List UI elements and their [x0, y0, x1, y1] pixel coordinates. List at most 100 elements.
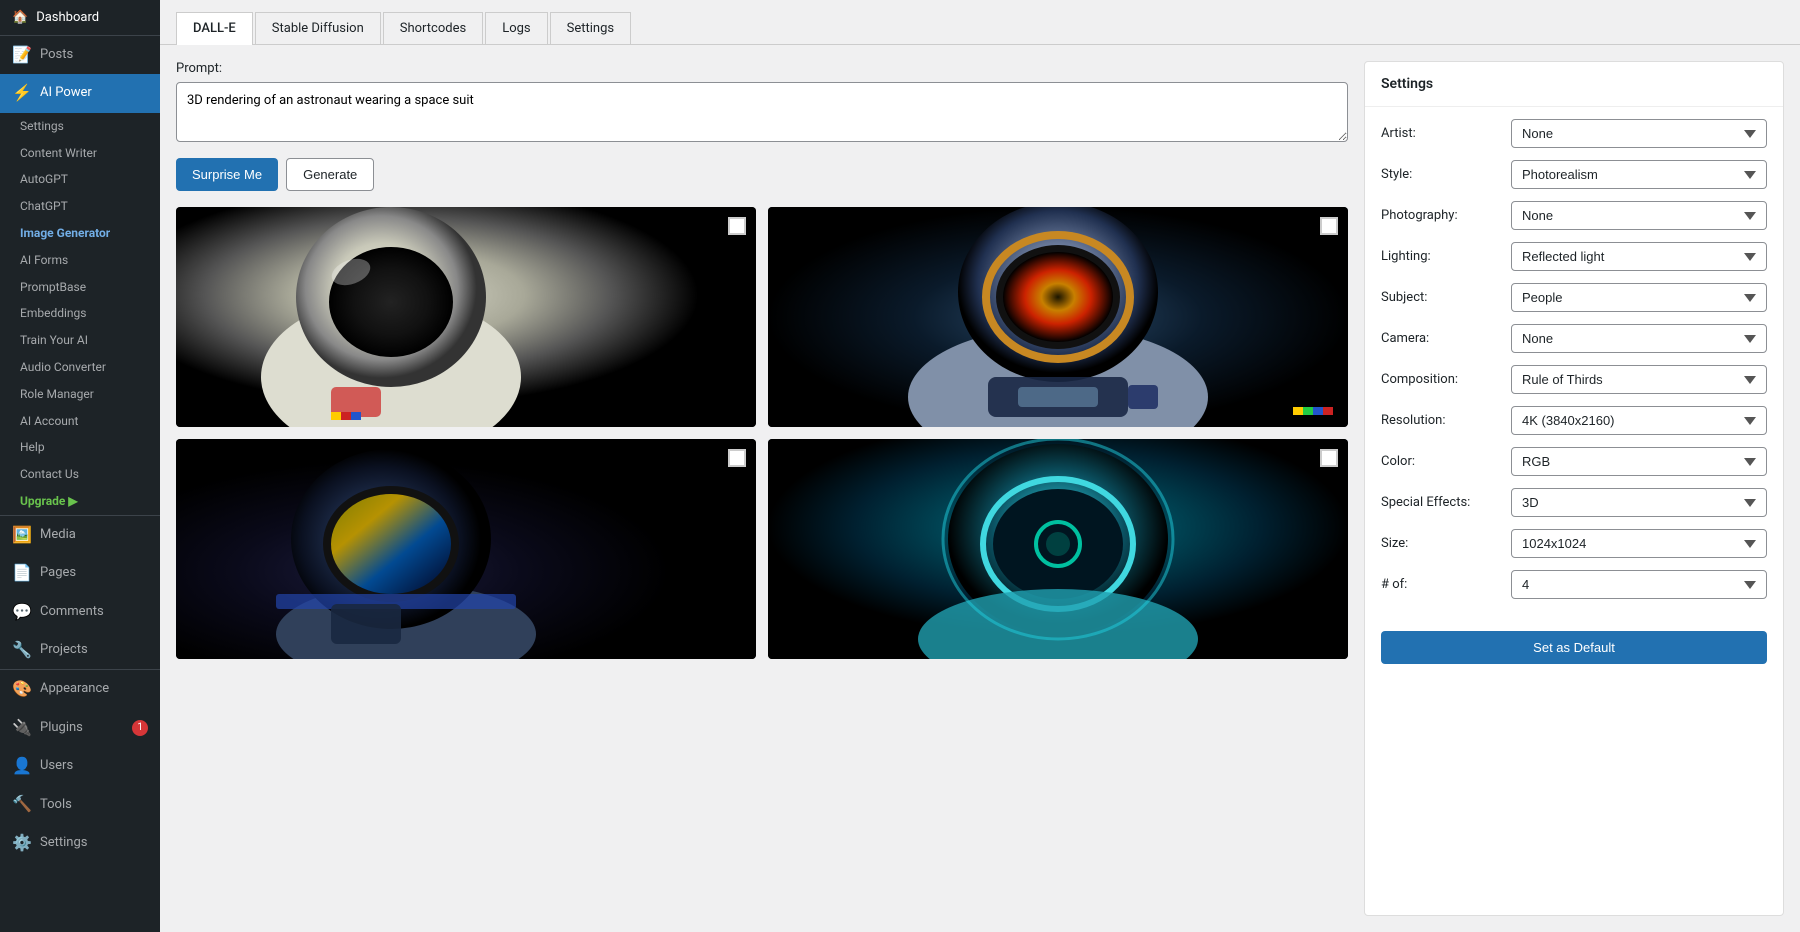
users-icon: 👤 [12, 755, 32, 777]
tab-bar: DALL-E Stable Diffusion Shortcodes Logs … [160, 0, 1800, 45]
settings-label-resolution: Resolution: [1381, 413, 1511, 428]
media-icon: 🖼️ [12, 524, 32, 546]
sidebar-item-chatgpt[interactable]: ChatGPT [8, 193, 160, 220]
settings-panel: Settings Artist: None Picasso Van Gogh S… [1364, 61, 1784, 916]
settings-select-composition[interactable]: None Rule of Thirds Symmetry [1511, 365, 1767, 394]
sidebar-item-posts[interactable]: 📝 Posts [0, 36, 160, 74]
sidebar-item-media[interactable]: 🖼️ Media [0, 516, 160, 554]
image-cell-4 [768, 439, 1348, 659]
image-cell-3 [176, 439, 756, 659]
sidebar-item-contact-us[interactable]: Contact Us [8, 461, 160, 488]
sidebar-item-train-ai[interactable]: Train Your AI [8, 327, 160, 354]
sidebar-item-promptbase[interactable]: PromptBase [8, 274, 160, 301]
sidebar-label-users: Users [40, 757, 73, 775]
appearance-icon: 🎨 [12, 678, 32, 700]
sidebar-item-ai-account[interactable]: AI Account [8, 408, 160, 435]
sidebar-header[interactable]: 🏠 Dashboard [0, 0, 160, 36]
sidebar-item-comments[interactable]: 💬 Comments [0, 593, 160, 631]
sidebar-item-help[interactable]: Help [8, 434, 160, 461]
sidebar-label-contact-us: Contact Us [20, 466, 79, 483]
ai-power-icon: ⚡ [12, 82, 32, 104]
sidebar-item-image-generator[interactable]: Image Generator [8, 220, 160, 247]
set-default-button[interactable]: Set as Default [1381, 631, 1767, 664]
tab-dalle[interactable]: DALL-E [176, 12, 253, 45]
sidebar-item-ai-power[interactable]: ⚡ AI Power [0, 74, 160, 112]
action-buttons: Surprise Me Generate [176, 158, 1348, 191]
sidebar-item-users[interactable]: 👤 Users [0, 747, 160, 785]
settings-select-artist[interactable]: None Picasso Van Gogh [1511, 119, 1767, 148]
settings-row-subject: Subject: None People Animals Objects [1381, 283, 1767, 312]
sidebar-item-audio-converter[interactable]: Audio Converter [8, 354, 160, 381]
sidebar-item-autogpt[interactable]: AutoGPT [8, 166, 160, 193]
image-select-4[interactable] [1320, 449, 1338, 467]
sidebar-item-pages[interactable]: 📄 Pages [0, 554, 160, 592]
sidebar-item-embeddings[interactable]: Embeddings [8, 300, 160, 327]
astronaut-image-3 [176, 439, 756, 659]
sidebar-label-settings: Settings [40, 834, 87, 852]
surprise-me-button[interactable]: Surprise Me [176, 158, 278, 191]
image-cell-1 [176, 207, 756, 427]
settings-row-size: Size: 256x256 512x512 1024x1024 [1381, 529, 1767, 558]
sidebar-label-appearance: Appearance [40, 680, 109, 698]
sidebar-item-role-manager[interactable]: Role Manager [8, 381, 160, 408]
settings-select-lighting[interactable]: None Reflected light Natural light Studi… [1511, 242, 1767, 271]
sidebar-item-settings-sub[interactable]: Settings [8, 113, 160, 140]
sidebar-label-posts: Posts [40, 46, 73, 64]
main-content: DALL-E Stable Diffusion Shortcodes Logs … [160, 0, 1800, 932]
tab-shortcodes[interactable]: Shortcodes [383, 12, 483, 44]
astronaut-image-2 [768, 207, 1348, 427]
sidebar-label-role-manager: Role Manager [20, 386, 94, 403]
plugins-badge: 1 [132, 720, 148, 736]
settings-label-composition: Composition: [1381, 372, 1511, 387]
dashboard-icon: 🏠 [12, 10, 28, 25]
sidebar-label-ai-forms: AI Forms [20, 252, 68, 269]
image-cell-2 [768, 207, 1348, 427]
sidebar-label-comments: Comments [40, 603, 104, 621]
tab-settings[interactable]: Settings [550, 12, 631, 44]
generate-button[interactable]: Generate [286, 158, 374, 191]
prompt-textarea[interactable]: 3D rendering of an astronaut wearing a s… [176, 82, 1348, 142]
astronaut-image-4 [768, 439, 1348, 659]
sidebar-label-promptbase: PromptBase [20, 279, 86, 296]
settings-select-camera[interactable]: None Wide angle Telephoto [1511, 324, 1767, 353]
sidebar-item-content-writer[interactable]: Content Writer [8, 140, 160, 167]
image-select-2[interactable] [1320, 217, 1338, 235]
sidebar-item-upgrade[interactable]: Upgrade ▶ [8, 488, 160, 515]
settings-row-resolution: Resolution: 1080p 4K (3840x2160) 8K [1381, 406, 1767, 435]
settings-select-size[interactable]: 256x256 512x512 1024x1024 [1511, 529, 1767, 558]
settings-select-resolution[interactable]: 1080p 4K (3840x2160) 8K [1511, 406, 1767, 435]
settings-body: Artist: None Picasso Van Gogh Style: Pho… [1365, 107, 1783, 623]
tab-logs[interactable]: Logs [485, 12, 547, 44]
sidebar-item-ai-forms[interactable]: AI Forms [8, 247, 160, 274]
settings-select-photography[interactable]: None Portrait Landscape [1511, 201, 1767, 230]
sidebar-label-tools: Tools [40, 796, 72, 814]
settings-row-composition: Composition: None Rule of Thirds Symmetr… [1381, 365, 1767, 394]
settings-row-color: Color: RGB CMYK Grayscale [1381, 447, 1767, 476]
plugins-icon: 🔌 [12, 717, 32, 739]
settings-select-special-effects[interactable]: None 3D Blur [1511, 488, 1767, 517]
pages-icon: 📄 [12, 562, 32, 584]
sidebar: 🏠 Dashboard 📝 Posts ⚡ AI Power Settings … [0, 0, 160, 932]
sidebar-label-pages: Pages [40, 564, 76, 582]
settings-select-color[interactable]: RGB CMYK Grayscale [1511, 447, 1767, 476]
tab-stable-diffusion[interactable]: Stable Diffusion [255, 12, 381, 44]
settings-label-camera: Camera: [1381, 331, 1511, 346]
tools-icon: 🔨 [12, 793, 32, 815]
comments-icon: 💬 [12, 601, 32, 623]
ai-power-submenu: Settings Content Writer AutoGPT ChatGPT … [0, 113, 160, 515]
sidebar-item-appearance[interactable]: 🎨 Appearance [0, 670, 160, 708]
content-area: Prompt: 3D rendering of an astronaut wea… [160, 45, 1800, 932]
sidebar-label-autogpt: AutoGPT [20, 171, 68, 188]
sidebar-header-label: Dashboard [36, 10, 99, 25]
sidebar-item-plugins[interactable]: 🔌 Plugins 1 [0, 709, 160, 747]
image-select-3[interactable] [728, 449, 746, 467]
settings-select-num-of[interactable]: 1 2 3 4 [1511, 570, 1767, 599]
posts-icon: 📝 [12, 44, 32, 66]
sidebar-item-settings[interactable]: ⚙️ Settings [0, 824, 160, 862]
settings-select-subject[interactable]: None People Animals Objects [1511, 283, 1767, 312]
sidebar-item-projects[interactable]: 🔧 Projects [0, 631, 160, 669]
settings-label-lighting: Lighting: [1381, 249, 1511, 264]
sidebar-item-tools[interactable]: 🔨 Tools [0, 785, 160, 823]
settings-select-style[interactable]: Photorealism Digital Art Oil Painting [1511, 160, 1767, 189]
image-select-1[interactable] [728, 217, 746, 235]
